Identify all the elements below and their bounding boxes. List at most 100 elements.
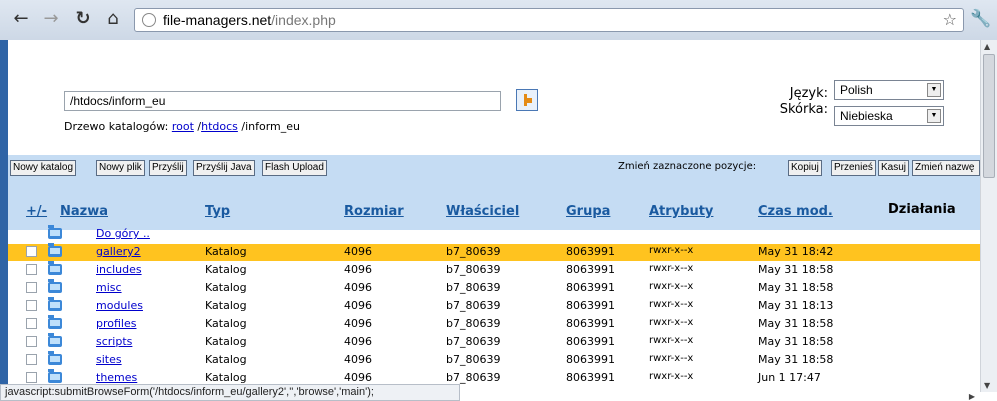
table-row[interactable]: misc Katalog 4096 b7_80639 8063991 rwxr-x--x M… <box>8 279 980 297</box>
cell-mtime: May 31 18:58 <box>758 317 834 330</box>
language-label: Język: <box>789 86 828 101</box>
header-attributes[interactable]: Atrybuty <box>649 204 713 219</box>
language-select[interactable]: Polish ▼ <box>834 80 944 100</box>
cell-size: 4096 <box>344 263 372 276</box>
move-button[interactable]: Przenieś <box>831 160 876 176</box>
scroll-thumb[interactable] <box>983 54 995 178</box>
language-value: Polish <box>840 83 873 97</box>
tree-link-root[interactable]: root <box>172 120 194 133</box>
path-input[interactable] <box>64 91 501 111</box>
cell-owner: b7_80639 <box>446 299 501 312</box>
folder-icon <box>48 369 62 383</box>
new-folder-button[interactable]: Nowy katalog <box>10 160 77 176</box>
cell-mtime: May 31 18:58 <box>758 335 834 348</box>
cell-owner: b7_80639 <box>446 371 501 384</box>
header-group[interactable]: Grupa <box>566 204 610 219</box>
file-name-link[interactable]: scripts <box>96 335 132 348</box>
row-checkbox[interactable] <box>26 282 37 293</box>
row-checkbox[interactable] <box>26 300 37 311</box>
flash-upload-button[interactable]: Flash Upload <box>262 160 327 176</box>
header-owner[interactable]: Właściciel <box>446 204 519 219</box>
address-bar[interactable]: file-managers.net/index.php ☆ <box>134 8 964 32</box>
file-name-link[interactable]: profiles <box>96 317 136 330</box>
tree-label: Drzewo katalogów: <box>64 120 169 133</box>
status-bar: javascript:submitBrowseForm('/htdocs/inf… <box>0 384 460 401</box>
reload-icon[interactable]: ↻ <box>72 8 94 30</box>
upload-button[interactable]: Przyślij <box>149 160 187 176</box>
file-name-link[interactable]: gallery2 <box>96 245 141 258</box>
new-file-button[interactable]: Nowy plik <box>96 160 145 176</box>
cell-mtime: May 31 18:58 <box>758 353 834 366</box>
cell-type: Katalog <box>205 335 247 348</box>
chevron-down-icon[interactable]: ▼ <box>927 83 941 97</box>
scroll-down-icon[interactable]: ▼ <box>984 381 990 390</box>
row-checkbox[interactable] <box>26 246 37 257</box>
site-info-icon[interactable] <box>142 13 156 27</box>
table-row[interactable]: profiles Katalog 4096 b7_80639 8063991 rwxr-x… <box>8 315 980 333</box>
table-row[interactable]: sites Katalog 4096 b7_80639 8063991 rwxr-x--x… <box>8 351 980 369</box>
folder-icon <box>48 225 62 239</box>
selection-label: Zmień zaznaczone pozycje: <box>618 161 757 172</box>
cell-size: 4096 <box>344 299 372 312</box>
folder-icon <box>48 315 62 329</box>
file-name-link[interactable]: themes <box>96 371 137 384</box>
bookmark-star-icon[interactable]: ☆ <box>943 10 957 29</box>
file-name-link[interactable]: sites <box>96 353 122 366</box>
header-actions: Działania <box>888 202 956 217</box>
cell-size: 4096 <box>344 335 372 348</box>
row-checkbox[interactable] <box>26 264 37 275</box>
table-row[interactable]: gallery2 Katalog 4096 b7_80639 8063991 rwxr-x… <box>8 243 980 261</box>
row-checkbox[interactable] <box>26 354 37 365</box>
row-checkbox[interactable] <box>26 318 37 329</box>
browser-toolbar: ← → ↻ ⌂ file-managers.net/index.php ☆ 🔧 <box>0 0 997 41</box>
cell-mtime: May 31 18:13 <box>758 299 834 312</box>
header-modified[interactable]: Czas mod. <box>758 204 833 219</box>
folder-icon <box>48 279 62 293</box>
cell-mtime: Jun 1 17:47 <box>758 371 821 384</box>
cell-attrs: rwxr-x--x <box>649 299 694 310</box>
table-row[interactable]: includes Katalog 4096 b7_80639 8063991 rwxr-x… <box>8 261 980 279</box>
cell-attrs: rwxr-x--x <box>649 245 694 256</box>
header-name[interactable]: Nazwa <box>60 204 108 219</box>
header-type[interactable]: Typ <box>205 204 230 219</box>
parent-folder-link[interactable]: Do góry .. <box>96 227 150 240</box>
folder-icon <box>48 351 62 365</box>
tree-link-htdocs[interactable]: htdocs <box>201 120 238 133</box>
cell-type: Katalog <box>205 263 247 276</box>
home-icon[interactable]: ⌂ <box>102 8 124 30</box>
file-name-link[interactable]: modules <box>96 299 143 312</box>
row-checkbox[interactable] <box>26 336 37 347</box>
cell-group: 8063991 <box>566 299 615 312</box>
table-row[interactable]: modules Katalog 4096 b7_80639 8063991 rwxr-x-… <box>8 297 980 315</box>
scroll-up-icon[interactable]: ▲ <box>984 42 990 51</box>
cell-attrs: rwxr-x--x <box>649 371 694 382</box>
rename-button[interactable]: Zmień nazwę <box>912 160 980 176</box>
file-manager-page: Drzewo katalogów: root /htdocs /inform_e… <box>8 40 980 392</box>
scroll-right-icon[interactable]: ▶ <box>969 392 975 401</box>
cell-owner: b7_80639 <box>446 317 501 330</box>
cell-group: 8063991 <box>566 281 615 294</box>
toggle-all-header[interactable]: +/- <box>26 204 47 219</box>
cell-attrs: rwxr-x--x <box>649 335 694 346</box>
upload-java-button[interactable]: Przyślij Java <box>193 160 255 176</box>
copy-button[interactable]: Kopiuj <box>788 160 822 176</box>
cell-attrs: rwxr-x--x <box>649 317 694 328</box>
directory-tree-breadcrumb: Drzewo katalogów: root /htdocs /inform_e… <box>64 120 300 133</box>
forward-icon[interactable]: → <box>40 8 62 30</box>
header-size[interactable]: Rozmiar <box>344 204 404 219</box>
skin-select[interactable]: Niebieska ▼ <box>834 106 944 126</box>
vertical-scrollbar[interactable]: ▲ ▼ <box>980 40 997 392</box>
wrench-menu-icon[interactable]: 🔧 <box>970 9 991 29</box>
file-name-link[interactable]: misc <box>96 281 122 294</box>
chevron-down-icon[interactable]: ▼ <box>927 109 941 123</box>
delete-button[interactable]: Kasuj <box>878 160 910 176</box>
tree-view-icon[interactable] <box>516 89 538 111</box>
file-name-link[interactable]: includes <box>96 263 142 276</box>
table-row[interactable]: scripts Katalog 4096 b7_80639 8063991 rwxr-x-… <box>8 333 980 351</box>
row-checkbox[interactable] <box>26 372 37 383</box>
folder-icon <box>48 333 62 347</box>
cell-type: Katalog <box>205 371 247 384</box>
cell-attrs: rwxr-x--x <box>649 353 694 364</box>
back-icon[interactable]: ← <box>10 8 32 30</box>
cell-size: 4096 <box>344 371 372 384</box>
